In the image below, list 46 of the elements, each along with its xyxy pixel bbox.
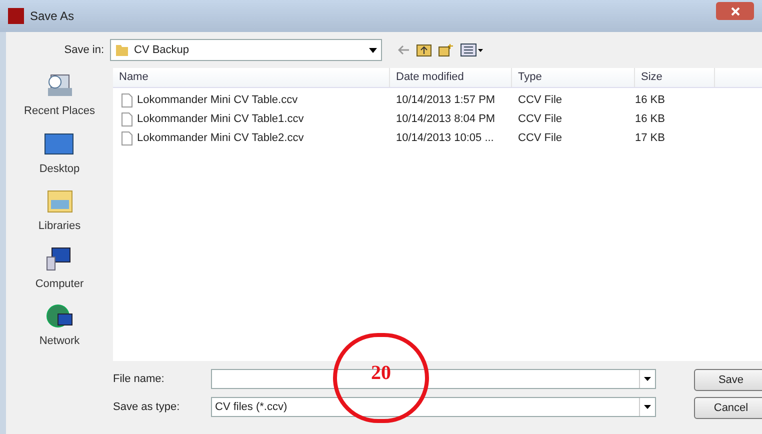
table-cell-text: 10/14/2013 10:05 ... — [396, 131, 494, 146]
save-as-type-dropdown[interactable]: CV files (*.ccv) — [211, 397, 656, 417]
place-label[interactable]: Desktop — [39, 160, 80, 177]
save-as-type-value: CV files (*.ccv) — [215, 400, 288, 415]
place-label[interactable]: Network — [39, 333, 80, 350]
table-cell-text: 16 KB — [635, 112, 665, 128]
column-header[interactable]: Date modified — [390, 68, 512, 87]
up-folder-icon[interactable] — [416, 43, 432, 57]
place-label[interactable]: Recent Places — [24, 103, 95, 120]
folder-icon — [115, 43, 129, 57]
annotation-number: 20 — [371, 361, 391, 386]
place-label[interactable]: Libraries — [38, 218, 81, 234]
file-name-label: File name: — [113, 372, 166, 387]
table-cell-text: CCV File — [518, 93, 562, 108]
view-menu-icon[interactable] — [460, 43, 484, 57]
network-icon[interactable] — [44, 302, 74, 330]
file-name-cell[interactable]: Lokommander Mini CV Table.ccv — [137, 92, 298, 109]
dropdown-arrow-icon — [644, 405, 651, 409]
save-in-value: CV Backup — [134, 42, 190, 58]
dropdown-arrow-icon — [644, 377, 651, 381]
dropdown-arrow-icon — [369, 48, 377, 52]
document-icon — [121, 131, 133, 146]
close-button[interactable] — [716, 2, 754, 20]
save-in-label: Save in: — [63, 42, 105, 58]
table-cell-text: 10/14/2013 8:04 PM — [396, 112, 496, 128]
column-header[interactable]: Size — [635, 68, 715, 87]
place-label[interactable]: Computer — [35, 276, 84, 292]
table-cell-text: 10/14/2013 1:57 PM — [396, 93, 496, 108]
new-folder-icon[interactable] — [438, 43, 454, 57]
window-title: Save As — [30, 8, 74, 25]
column-header[interactable]: Name — [113, 68, 390, 87]
dialog-button[interactable]: Save — [694, 369, 762, 391]
table-cell-text: CCV File — [518, 131, 562, 146]
document-icon — [121, 93, 133, 108]
save-as-type-label: Save as type: — [113, 400, 181, 415]
dialog-button[interactable]: Cancel — [694, 397, 762, 419]
table-cell-text: 17 KB — [635, 131, 665, 146]
table-cell-text: CCV File — [518, 112, 562, 128]
close-icon — [730, 6, 740, 16]
file-name-cell[interactable]: Lokommander Mini CV Table1.ccv — [137, 111, 304, 128]
table-cell-text: 16 KB — [635, 93, 665, 108]
column-header[interactable]: Type — [512, 68, 635, 87]
app-icon — [8, 8, 24, 24]
save-in-dropdown[interactable]: CV Backup — [110, 39, 382, 61]
file-name-cell[interactable]: Lokommander Mini CV Table2.ccv — [137, 130, 304, 147]
document-icon — [121, 112, 133, 127]
